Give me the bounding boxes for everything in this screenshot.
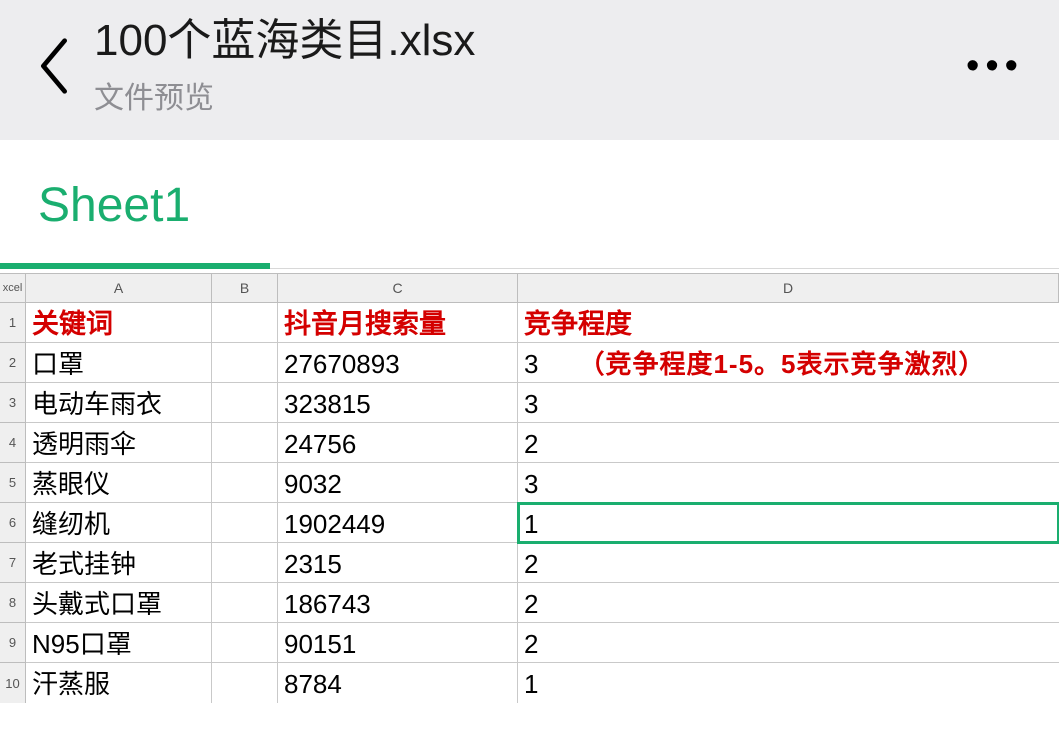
cell[interactable] xyxy=(212,463,278,503)
competition-note: （竞争程度1-5。5表示竞争激烈） xyxy=(578,349,985,379)
cell[interactable] xyxy=(212,503,278,543)
column-headers: xcel A B C D xyxy=(0,273,1059,303)
app-header: 100个蓝海类目.xlsx 文件预览 ••• xyxy=(0,0,1059,140)
cell[interactable] xyxy=(212,623,278,663)
back-button[interactable] xyxy=(24,38,84,94)
cell[interactable]: 2315 xyxy=(278,543,518,583)
row-number[interactable]: 4 xyxy=(0,423,26,463)
col-header-c[interactable]: C xyxy=(278,274,518,302)
cell[interactable]: 1 xyxy=(518,663,1059,703)
cell[interactable]: 3 xyxy=(518,383,1059,423)
table-row: 1 关键词 抖音月搜索量 竞争程度 xyxy=(0,303,1059,343)
table-row: 8头戴式口罩 1867432 xyxy=(0,583,1059,623)
cell[interactable]: 2 xyxy=(518,583,1059,623)
spreadsheet-grid[interactable]: 1 关键词 抖音月搜索量 竞争程度 2口罩276708933（竞争程度1-5。5… xyxy=(0,303,1059,703)
col-header-b[interactable]: B xyxy=(212,274,278,302)
cell[interactable] xyxy=(212,383,278,423)
row-number[interactable]: 10 xyxy=(0,663,26,703)
selected-cell[interactable]: 1 xyxy=(517,502,1059,544)
more-button[interactable]: ••• xyxy=(955,45,1035,88)
chevron-left-icon xyxy=(38,38,70,94)
cell[interactable]: N95口罩 xyxy=(26,623,212,663)
cell[interactable]: 头戴式口罩 xyxy=(26,583,212,623)
cell[interactable]: 2 xyxy=(518,423,1059,463)
cell[interactable]: 缝纫机 xyxy=(26,503,212,543)
cell[interactable]: 3 （竞争程度1-5。5表示竞争激烈） xyxy=(518,343,1059,383)
col-corner[interactable]: xcel xyxy=(0,274,26,302)
table-row: 10汗蒸服 87841 xyxy=(0,663,1059,703)
row-number[interactable]: 1 xyxy=(0,303,26,343)
cell[interactable]: 27670893 xyxy=(278,343,518,383)
table-row: 6缝纫机 19024491 xyxy=(0,503,1059,543)
cell[interactable]: 关键词 xyxy=(26,303,212,343)
row-number[interactable]: 5 xyxy=(0,463,26,503)
cell[interactable]: 323815 xyxy=(278,383,518,423)
row-number[interactable]: 6 xyxy=(0,503,26,543)
cell[interactable]: 2 xyxy=(518,623,1059,663)
title-block: 100个蓝海类目.xlsx 文件预览 xyxy=(94,15,955,118)
cell[interactable]: 8784 xyxy=(278,663,518,703)
cell[interactable]: 2 xyxy=(518,543,1059,583)
cell[interactable] xyxy=(212,343,278,383)
table-row: 4透明雨伞 247562 xyxy=(0,423,1059,463)
cell[interactable]: 90151 xyxy=(278,623,518,663)
cell[interactable]: 蒸眼仪 xyxy=(26,463,212,503)
cell[interactable]: 24756 xyxy=(278,423,518,463)
table-row: 5蒸眼仪 90323 xyxy=(0,463,1059,503)
cell-value: 3 xyxy=(524,349,538,379)
cell[interactable]: 老式挂钟 xyxy=(26,543,212,583)
cell[interactable] xyxy=(212,303,278,343)
row-number[interactable]: 9 xyxy=(0,623,26,663)
col-header-a[interactable]: A xyxy=(26,274,212,302)
cell[interactable]: 电动车雨衣 xyxy=(26,383,212,423)
cell[interactable]: 透明雨伞 xyxy=(26,423,212,463)
cell[interactable] xyxy=(212,543,278,583)
file-subtitle: 文件预览 xyxy=(94,73,955,117)
cell[interactable] xyxy=(212,663,278,703)
table-row: 2口罩 276708933 （竞争程度1-5。5表示竞争激烈） xyxy=(0,343,1059,383)
table-row: 3电动车雨衣3238153 xyxy=(0,383,1059,423)
cell[interactable]: 抖音月搜索量 xyxy=(278,303,518,343)
sheet-tabs: Sheet1 xyxy=(0,140,1059,269)
row-number[interactable]: 7 xyxy=(0,543,26,583)
cell[interactable]: 9032 xyxy=(278,463,518,503)
col-header-d[interactable]: D xyxy=(518,274,1059,302)
tab-spacer xyxy=(270,140,1059,269)
cell[interactable]: 汗蒸服 xyxy=(26,663,212,703)
row-number[interactable]: 3 xyxy=(0,383,26,423)
cell[interactable]: 竞争程度 xyxy=(518,303,1059,343)
ellipsis-icon: ••• xyxy=(966,45,1024,88)
table-row: 9N95口罩 901512 xyxy=(0,623,1059,663)
row-number[interactable]: 8 xyxy=(0,583,26,623)
tab-sheet1[interactable]: Sheet1 xyxy=(0,140,270,269)
cell[interactable]: 3 xyxy=(518,463,1059,503)
cell[interactable]: 186743 xyxy=(278,583,518,623)
cell[interactable] xyxy=(212,423,278,463)
cell[interactable]: 口罩 xyxy=(26,343,212,383)
cell[interactable]: 1902449 xyxy=(278,503,518,543)
table-row: 7老式挂钟 23152 xyxy=(0,543,1059,583)
cell[interactable] xyxy=(212,583,278,623)
row-number[interactable]: 2 xyxy=(0,343,26,383)
file-title: 100个蓝海类目.xlsx xyxy=(94,15,955,68)
